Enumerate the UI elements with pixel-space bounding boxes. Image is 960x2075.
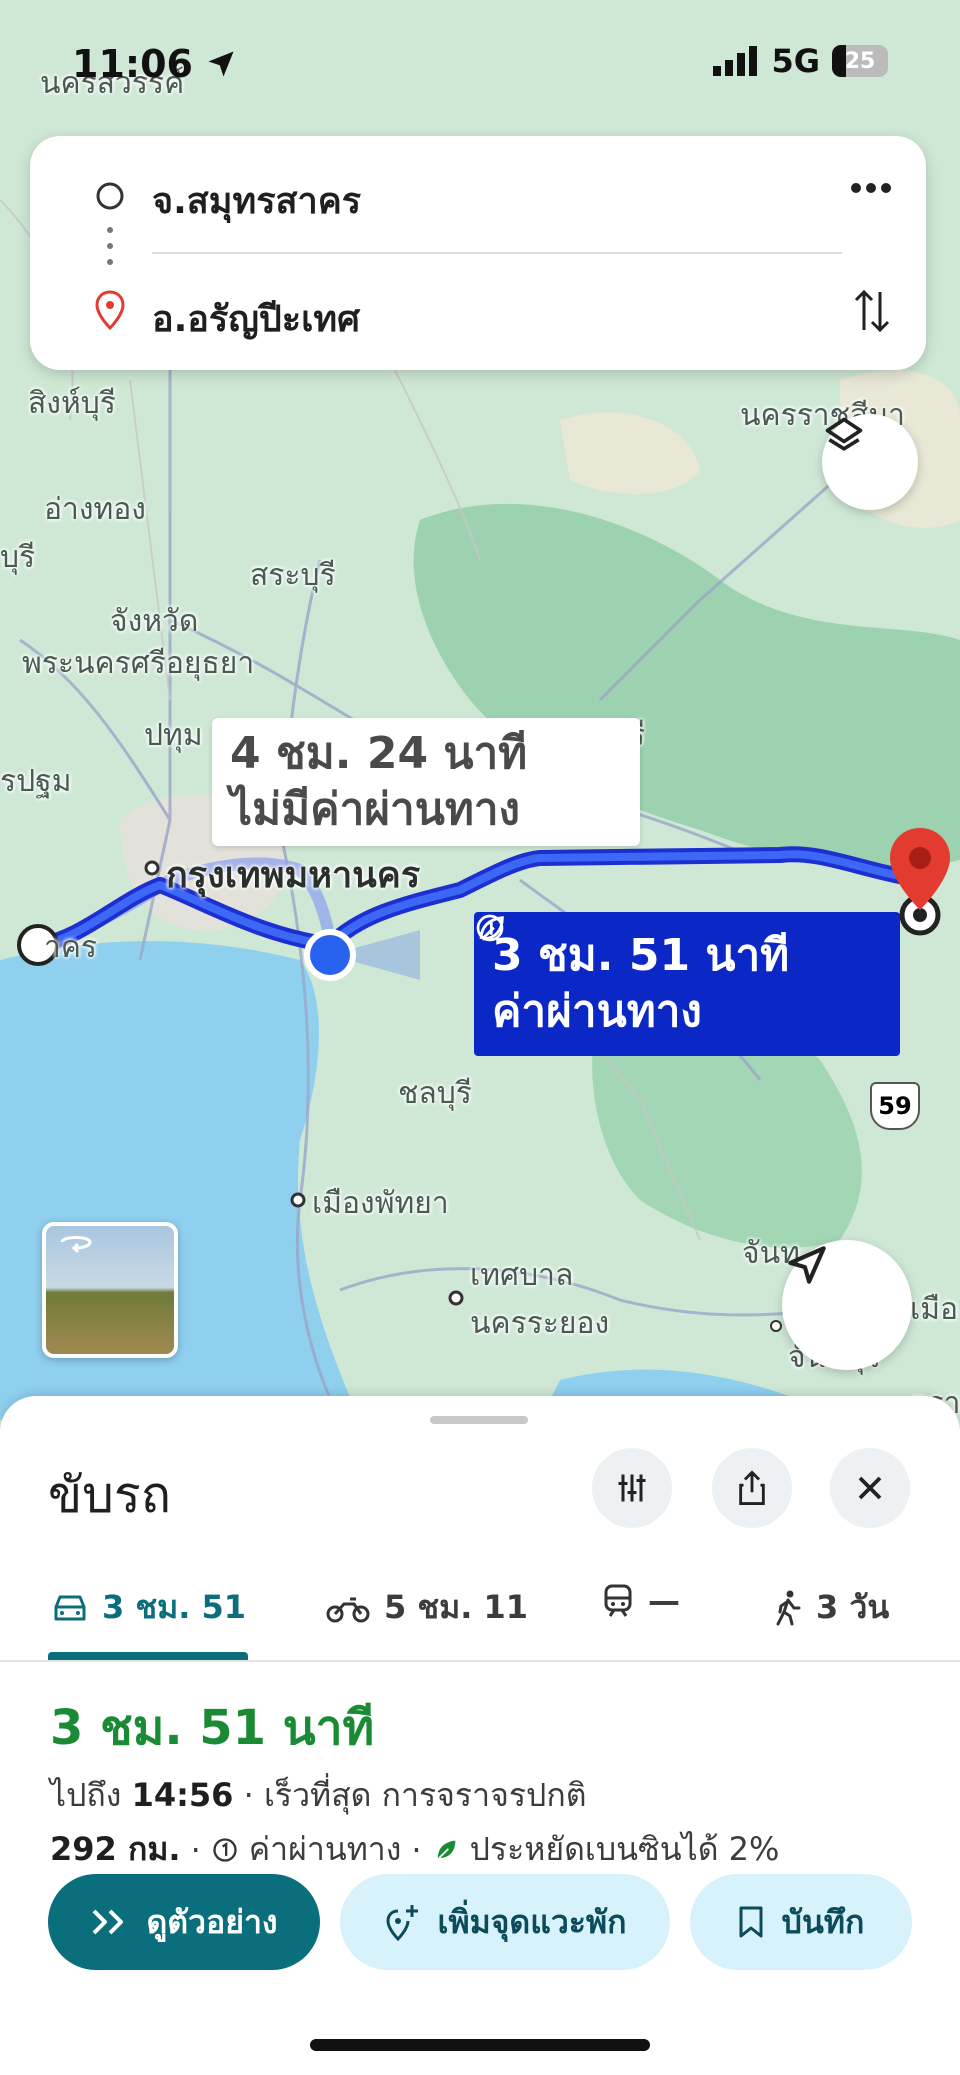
route-distance: 292 กม. <box>50 1830 181 1868</box>
bottom-sheet: ขับรถ 3 ชม. 51 5 ชม. 11 — 3 วัน 3 ชม. 51… <box>0 1396 960 2075</box>
route-dots-icon <box>107 227 113 265</box>
tab-car-label: 3 ชม. 51 <box>102 1588 247 1626</box>
place-label-bangkok: กรุงเทพมหานคร <box>166 855 421 896</box>
place-label: เทศบาล <box>470 1258 574 1293</box>
bookmark-icon <box>739 1906 763 1938</box>
route-options-button[interactable] <box>592 1448 672 1528</box>
tab-motorbike[interactable]: 5 ชม. 11 <box>326 1582 528 1633</box>
save-label: บันทึก <box>781 1902 865 1941</box>
layers-button[interactable] <box>822 414 918 510</box>
tab-transit-label: — <box>648 1582 680 1620</box>
arrival-note: · เร็วที่สุด การจราจรปกติ <box>233 1776 587 1814</box>
car-icon <box>54 1595 86 1620</box>
sheet-drag-handle[interactable] <box>430 1416 528 1424</box>
destination-field[interactable]: อ.อรัญปีะเทศ <box>152 290 360 347</box>
place-label: เมืองพัทยา <box>312 1186 449 1221</box>
motorbike-icon <box>326 1597 370 1622</box>
share-button[interactable] <box>712 1448 792 1528</box>
route-duration: 3 ชม. 51 นาที <box>50 1700 375 1756</box>
fuel-savings: ประหยัดเบนซินได้ 2% <box>469 1830 780 1868</box>
field-divider <box>152 252 842 254</box>
toll-label: ค่าผ่านทาง <box>248 1830 402 1868</box>
highway-shield: 59 <box>870 1082 920 1130</box>
place-label: สิงห์บุรี <box>28 386 116 421</box>
arrival-time: 14:56 <box>131 1776 234 1814</box>
network-type: 5G <box>771 42 820 80</box>
street-view-thumbnail[interactable] <box>42 1222 178 1358</box>
location-arrow-icon <box>208 51 234 77</box>
swap-icon[interactable] <box>852 286 892 336</box>
battery-icon: 25 <box>832 45 888 77</box>
add-stop-icon <box>386 1905 418 1941</box>
train-icon <box>604 1584 632 1617</box>
place-label: สระบุรี <box>250 558 336 593</box>
place-label: พระนครศรีอยุธยา <box>22 646 255 681</box>
add-stop-label: เพิ่มจุดแวะพัก <box>437 1902 627 1941</box>
sliders-icon <box>618 1474 646 1502</box>
more-options-icon[interactable] <box>850 180 892 196</box>
rotate-360-icon <box>60 1236 92 1254</box>
alt-route-time: 4 ชม. 24 นาที <box>230 728 528 779</box>
place-label: รปฐม <box>0 764 72 799</box>
toll-icon <box>213 1837 237 1862</box>
tab-transit[interactable]: — <box>602 1582 680 1620</box>
destination-pin-icon[interactable] <box>888 826 952 912</box>
arrival-info: ไปถึง 14:56 · เร็วที่สุด การจราจรปกติ <box>50 1776 587 1814</box>
alt-route-toll: ไม่มีค่าผ่านทาง <box>230 784 521 835</box>
close-button[interactable] <box>830 1448 910 1528</box>
alt-route-bubble[interactable]: 4 ชม. 24 นาที ไม่มีค่าผ่านทาง <box>212 718 640 846</box>
preview-button[interactable]: ดูตัวอย่าง <box>48 1874 320 1970</box>
place-label: นครระยอง <box>470 1306 610 1341</box>
tab-walk-label: 3 วัน <box>816 1588 890 1626</box>
main-route-bubble[interactable]: 3 ชม. 51 นาที ค่าผ่านทาง <box>474 912 900 1056</box>
tab-motorbike-label: 5 ชม. 11 <box>384 1588 529 1626</box>
active-tab-indicator <box>48 1652 248 1660</box>
status-time: 11:06 <box>72 42 236 86</box>
eco-leaf-icon <box>437 1840 455 1859</box>
share-icon <box>739 1470 765 1505</box>
place-label: าคร <box>44 930 98 965</box>
status-right: 5G 25 <box>713 42 888 80</box>
main-route-time: 3 ชม. 51 นาที <box>492 930 790 981</box>
walk-icon <box>776 1590 801 1625</box>
preview-button-label: ดูตัวอย่าง <box>146 1902 278 1941</box>
layers-icon <box>825 417 863 451</box>
directions-card: จ.สมุทรสาคร อ.อรัญปีะเทศ <box>30 136 926 370</box>
close-icon <box>858 1476 882 1500</box>
navigation-arrow-icon <box>788 1246 826 1284</box>
place-label: เมือ <box>910 1292 959 1327</box>
toll-icon <box>476 914 504 942</box>
origin-field[interactable]: จ.สมุทรสาคร <box>152 172 361 229</box>
tab-car[interactable]: 3 ชม. 51 <box>52 1582 246 1633</box>
tabs-divider <box>0 1660 960 1662</box>
destination-pin-icon <box>95 290 125 330</box>
place-label: ปทุม <box>144 718 203 753</box>
place-label: อ่างทอง <box>44 492 146 527</box>
status-bar: 11:06 5G 25 <box>0 38 960 88</box>
main-route-toll: ค่าผ่านทาง <box>492 986 702 1037</box>
route-details: 292 กม. · ค่าผ่านทาง · ประหยัดเบนซินได้ … <box>50 1824 779 1875</box>
home-indicator <box>310 2039 650 2051</box>
place-label: จังหวัด <box>110 604 199 639</box>
save-button[interactable]: บันทึก <box>690 1874 912 1970</box>
origin-circle-icon <box>96 182 124 210</box>
double-chevron-icon <box>93 1909 124 1935</box>
tab-walk[interactable]: 3 วัน <box>774 1582 889 1633</box>
add-stop-button[interactable]: เพิ่มจุดแวะพัก <box>340 1874 670 1970</box>
my-location-button[interactable] <box>782 1240 912 1370</box>
place-label: ชลบุรี <box>398 1076 472 1111</box>
place-label: บุรี <box>0 540 36 575</box>
sheet-title: ขับรถ <box>48 1466 172 1524</box>
signal-icon <box>713 46 758 76</box>
